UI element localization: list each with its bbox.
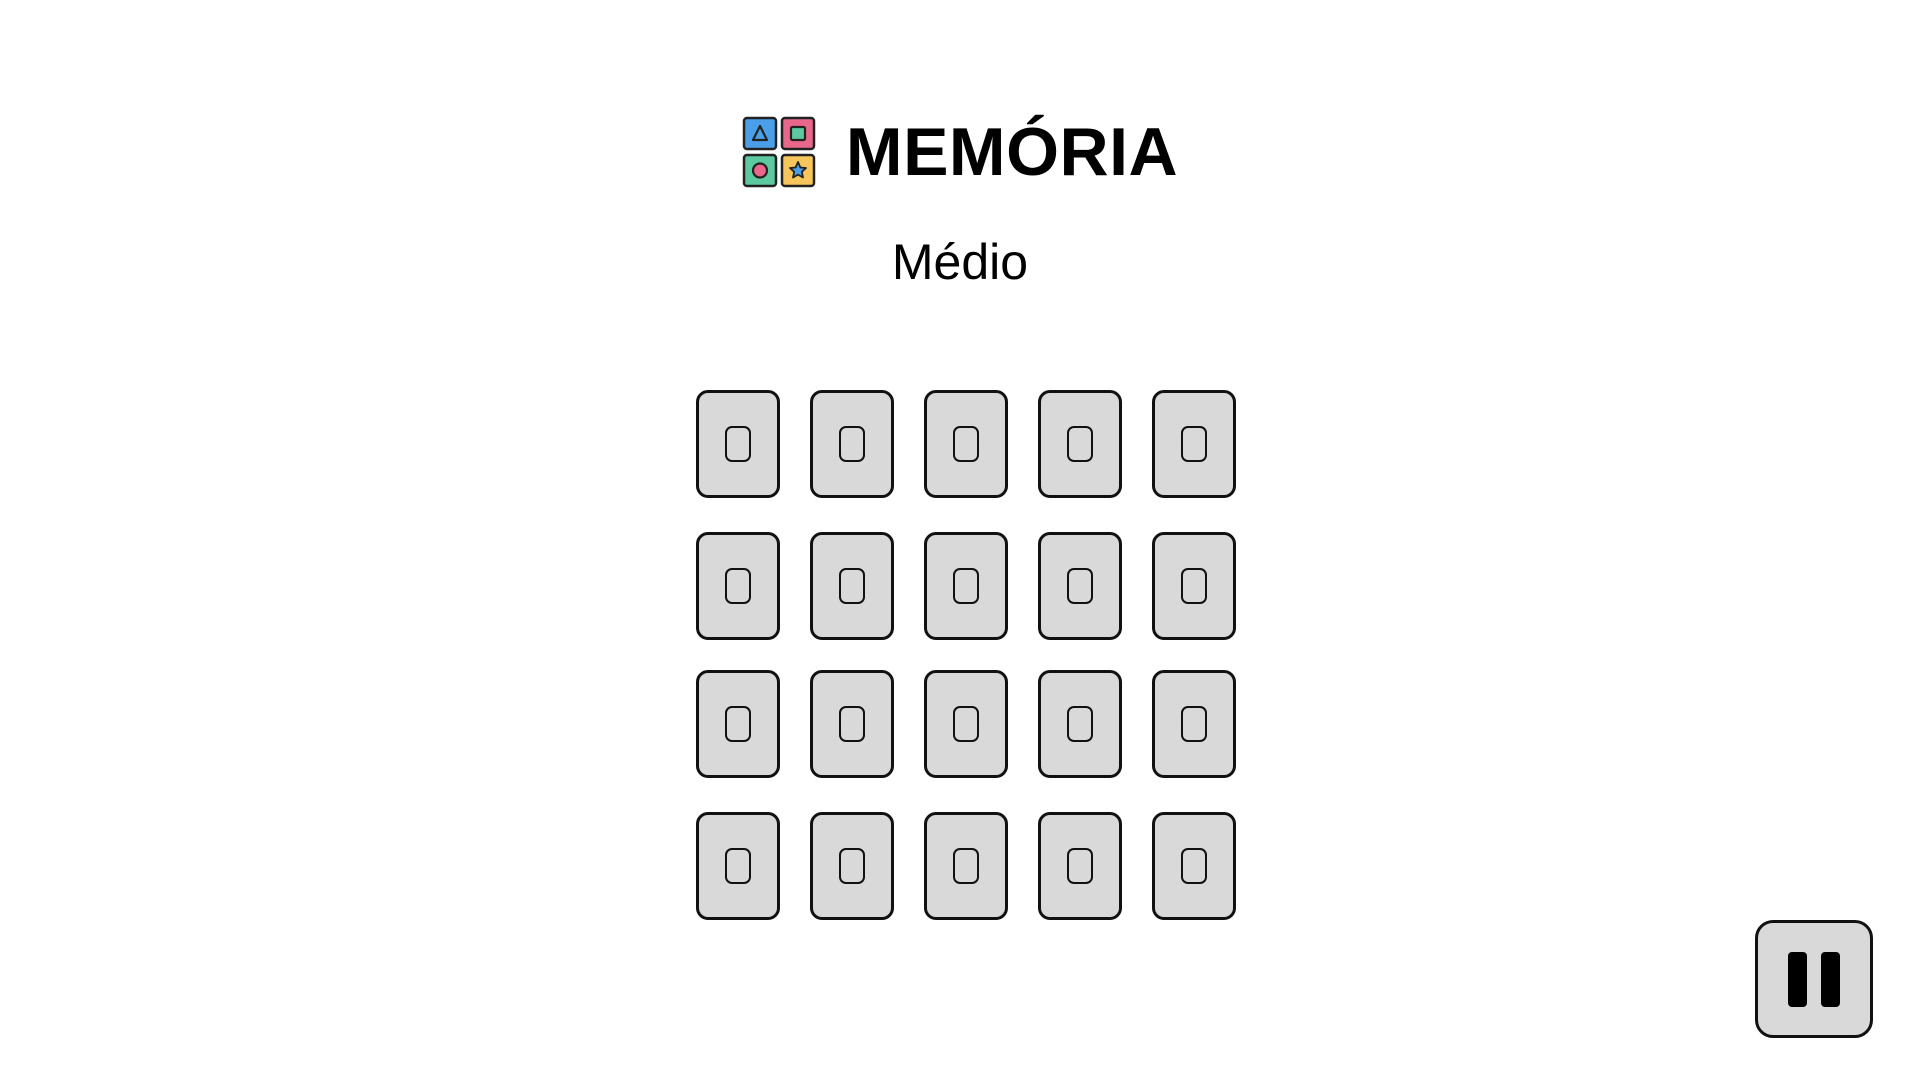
card-back-icon — [1181, 848, 1207, 884]
memory-card[interactable] — [924, 390, 1008, 498]
card-row — [696, 532, 1236, 640]
memory-card[interactable] — [1152, 670, 1236, 778]
memory-game-logo-icon — [742, 116, 816, 188]
card-back-icon — [839, 848, 865, 884]
card-back-icon — [725, 848, 751, 884]
card-back-icon — [839, 568, 865, 604]
memory-card[interactable] — [924, 812, 1008, 920]
memory-card[interactable] — [810, 670, 894, 778]
card-back-icon — [839, 706, 865, 742]
memory-card[interactable] — [696, 532, 780, 640]
memory-card[interactable] — [696, 390, 780, 498]
card-row — [696, 670, 1236, 778]
memory-card[interactable] — [1152, 390, 1236, 498]
memory-card[interactable] — [924, 532, 1008, 640]
card-back-icon — [953, 426, 979, 462]
pause-icon — [1788, 951, 1840, 1007]
card-back-icon — [1181, 706, 1207, 742]
card-back-icon — [725, 426, 751, 462]
memory-card[interactable] — [1038, 812, 1122, 920]
card-back-icon — [953, 568, 979, 604]
card-back-icon — [725, 706, 751, 742]
card-back-icon — [839, 426, 865, 462]
memory-card[interactable] — [1038, 670, 1122, 778]
card-row — [696, 390, 1236, 498]
memory-card[interactable] — [924, 670, 1008, 778]
card-back-icon — [725, 568, 751, 604]
memory-card[interactable] — [696, 670, 780, 778]
memory-card[interactable] — [1152, 532, 1236, 640]
memory-card[interactable] — [810, 812, 894, 920]
memory-card[interactable] — [1038, 532, 1122, 640]
card-back-icon — [1067, 426, 1093, 462]
memory-card[interactable] — [1038, 390, 1122, 498]
card-back-icon — [953, 706, 979, 742]
game-title: MEMÓRIA — [845, 114, 1179, 190]
memory-card[interactable] — [810, 390, 894, 498]
pause-button[interactable] — [1755, 920, 1873, 1038]
card-back-icon — [1067, 848, 1093, 884]
memory-card[interactable] — [1152, 812, 1236, 920]
card-row — [696, 812, 1236, 920]
card-back-icon — [1181, 568, 1207, 604]
memory-card[interactable] — [810, 532, 894, 640]
game-header: MEMÓRIA — [0, 112, 1920, 192]
game-screen: MEMÓRIA Médio — [0, 0, 1920, 1080]
card-back-icon — [1067, 568, 1093, 604]
difficulty-label: Médio — [891, 234, 1029, 290]
memory-card[interactable] — [696, 812, 780, 920]
card-board — [696, 390, 1236, 954]
card-back-icon — [1181, 426, 1207, 462]
card-back-icon — [953, 848, 979, 884]
card-back-icon — [1067, 706, 1093, 742]
